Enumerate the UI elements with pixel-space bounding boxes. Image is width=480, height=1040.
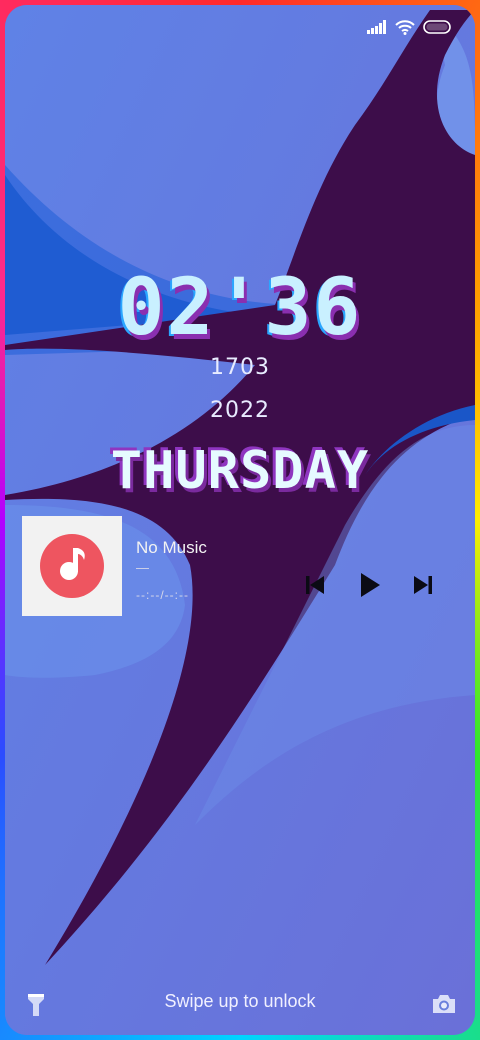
battery-icon xyxy=(423,20,451,34)
status-bar xyxy=(367,19,453,35)
song-progress-time: --:--/--:-- xyxy=(136,588,189,602)
unlock-hint: Swipe up to unlock xyxy=(164,991,316,1011)
album-art[interactable] xyxy=(22,516,122,616)
song-artist: — xyxy=(136,560,149,575)
play-button[interactable] xyxy=(354,570,384,600)
lock-screen: 02'36 1703 2022 THURSDAY No Music — --:-… xyxy=(5,5,475,1035)
song-title: No Music xyxy=(136,538,207,557)
camera-icon[interactable] xyxy=(431,993,457,1015)
date-line-1: 1703 xyxy=(210,355,270,380)
date-line-2: 2022 xyxy=(210,398,270,423)
next-track-button[interactable] xyxy=(408,570,438,600)
wifi-icon xyxy=(395,20,415,35)
music-note-icon xyxy=(40,534,104,598)
clock-time: 02'36 xyxy=(117,263,363,353)
rainbow-frame: 02'36 1703 2022 THURSDAY No Music — --:-… xyxy=(0,0,480,1040)
music-widget: No Music — --:--/--:-- xyxy=(22,516,462,616)
signal-icon xyxy=(367,20,386,34)
day-of-week: THURSDAY xyxy=(110,441,370,501)
previous-track-button[interactable] xyxy=(300,570,330,600)
playback-controls xyxy=(300,570,440,600)
